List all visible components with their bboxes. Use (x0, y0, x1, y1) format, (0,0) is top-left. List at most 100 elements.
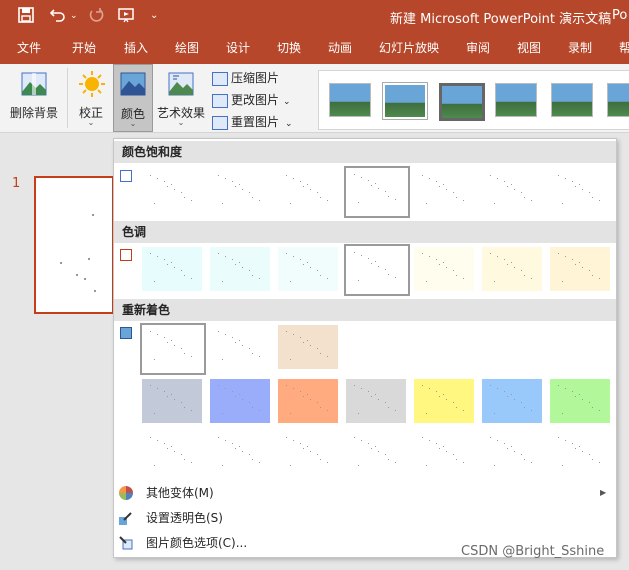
change-picture-icon (212, 93, 228, 108)
picture-style-6[interactable] (607, 83, 629, 117)
artistic-effects-button[interactable]: 艺术效果 ⌄ (155, 64, 207, 132)
color-button[interactable]: 颜色 ⌄ (113, 64, 153, 132)
saturation-swatch-0[interactable] (142, 169, 202, 213)
swatch-speckle (235, 186, 236, 187)
chevron-down-icon: ⌄ (283, 97, 291, 107)
corrections-button[interactable]: 校正 ⌄ (72, 64, 110, 132)
swatch-speckle (436, 259, 437, 260)
tab-help[interactable]: 帮 (619, 33, 629, 64)
slide-number: 1 (12, 176, 21, 191)
reset-picture-button[interactable]: 重置图片 ⌄ (212, 112, 293, 132)
tab-animations[interactable]: 动画 (328, 33, 352, 64)
recolor-dark-3[interactable] (278, 379, 338, 423)
tab-draw[interactable]: 绘图 (175, 33, 199, 64)
recolor-light-7[interactable] (550, 431, 610, 475)
swatch-speckle (385, 454, 386, 455)
swatch-speckle (368, 443, 369, 444)
saturation-swatch-66[interactable] (278, 169, 338, 213)
picture-style-2[interactable] (383, 83, 427, 119)
swatch-speckle (358, 280, 359, 281)
recolor-dark-1[interactable] (142, 379, 202, 423)
tab-insert[interactable]: 插入 (124, 33, 148, 64)
compress-icon (212, 71, 228, 86)
tab-design[interactable]: 设计 (226, 33, 250, 64)
swatch-speckle (426, 281, 427, 282)
picture-style-5[interactable] (551, 83, 593, 117)
undo-icon[interactable] (49, 7, 66, 25)
swatch-speckle (154, 281, 155, 282)
title-bar: ⌄ ⌄ 新建 Microsoft PowerPoint 演示文稿 Po (0, 0, 629, 33)
swatch-speckle (524, 275, 525, 276)
tone-swatch-5900k[interactable] (278, 247, 338, 291)
slide-thumbnail[interactable] (34, 176, 114, 314)
swatch-speckle (174, 399, 175, 400)
swatch-speckle (375, 394, 376, 395)
recolor-dark-6[interactable] (482, 379, 542, 423)
tone-swatch-6500k[interactable] (344, 244, 410, 296)
swatch-speckle (225, 178, 226, 179)
swatch-speckle (167, 342, 168, 343)
more-variations-item[interactable]: 其他变体(M) ▶ (114, 481, 616, 505)
swatch-speckle (558, 175, 559, 176)
swatch-speckle (249, 192, 250, 193)
tone-swatch-4700k[interactable] (142, 247, 202, 291)
save-icon[interactable] (18, 7, 34, 25)
recolor-dark-5[interactable] (414, 379, 474, 423)
recolor-dark-4[interactable] (346, 379, 406, 423)
saturation-swatch-300[interactable] (482, 169, 542, 213)
tone-swatch-7200k[interactable] (414, 247, 474, 291)
swatch-speckle (259, 278, 260, 279)
present-icon[interactable] (118, 7, 136, 25)
recolor-sepia[interactable] (278, 325, 338, 369)
swatch-speckle (181, 348, 182, 349)
tab-record[interactable]: 录制 (568, 33, 592, 64)
swatch-speckle (494, 465, 495, 466)
tab-view[interactable]: 视图 (517, 33, 541, 64)
swatch-speckle (358, 413, 359, 414)
swatch-speckle (507, 396, 508, 397)
tone-swatch-5300k[interactable] (210, 247, 270, 291)
compress-pictures-button[interactable]: 压缩图片 (212, 68, 279, 88)
swatch-speckle (511, 184, 512, 185)
saturation-swatch-100[interactable] (344, 166, 410, 218)
recolor-grayscale[interactable] (210, 325, 270, 369)
swatch-speckle (361, 255, 362, 256)
recolor-dark-2[interactable] (210, 379, 270, 423)
picture-style-3[interactable] (439, 83, 485, 121)
tab-transitions[interactable]: 切换 (277, 33, 301, 64)
picture-style-1[interactable] (329, 83, 371, 117)
tone-header-label: 色调 (122, 225, 147, 239)
tab-review[interactable]: 审阅 (466, 33, 490, 64)
recolor-light-5[interactable] (414, 431, 474, 475)
swatch-speckle (361, 440, 362, 441)
swatch-speckle (232, 181, 233, 182)
saturation-swatch-200[interactable] (414, 169, 474, 213)
recolor-dark-7[interactable] (550, 379, 610, 423)
redo-icon[interactable] (88, 7, 104, 25)
change-picture-button[interactable]: 更改图片 ⌄ (212, 90, 291, 110)
tone-swatch-11200k[interactable] (550, 247, 610, 291)
tone-swatch-8800k[interactable] (482, 247, 542, 291)
recolor-no-recolor[interactable] (140, 323, 206, 375)
recolor-light-6[interactable] (482, 431, 542, 475)
customize-icon[interactable]: ⌄ (150, 7, 158, 25)
remove-background-button[interactable]: 删除背景 (4, 64, 64, 132)
saturation-swatch-400[interactable] (550, 169, 610, 213)
tab-slideshow[interactable]: 幻灯片放映 (379, 33, 439, 64)
tab-home[interactable]: 开始 (72, 33, 96, 64)
recolor-light-1[interactable] (142, 431, 202, 475)
recolor-light-4[interactable] (346, 431, 406, 475)
swatch-speckle (443, 446, 444, 447)
swatch-speckle (259, 356, 260, 357)
recolor-light-2[interactable] (210, 431, 270, 475)
set-transparent-color-item[interactable]: 设置透明色(S) (114, 506, 616, 530)
picture-style-4[interactable] (495, 83, 537, 117)
swatch-speckle (395, 410, 396, 411)
saturation-swatch-33[interactable] (210, 169, 270, 213)
swatch-speckle (239, 262, 240, 263)
recolor-light-3[interactable] (278, 431, 338, 475)
swatch-speckle (154, 413, 155, 414)
tab-file[interactable]: 文件 (17, 33, 41, 64)
undo-dropdown-icon[interactable]: ⌄ (70, 7, 78, 25)
swatch-speckle (514, 267, 515, 268)
